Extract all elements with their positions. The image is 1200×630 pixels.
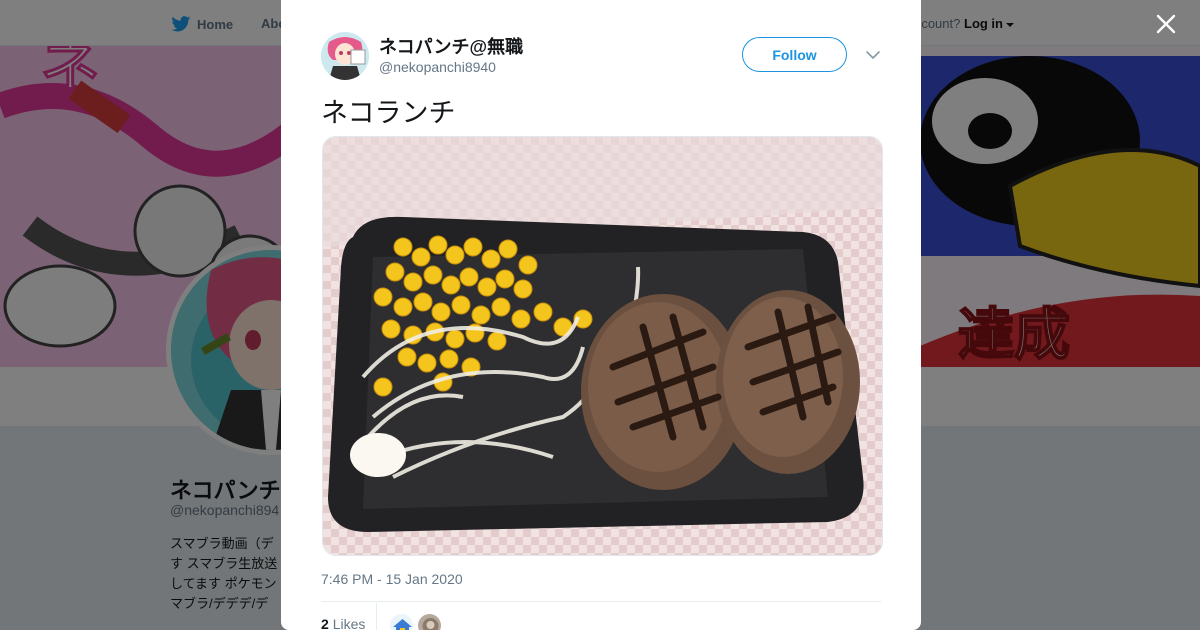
author-name[interactable]: ネコパンチ@無職 bbox=[379, 33, 523, 59]
chevron-down-icon[interactable] bbox=[865, 47, 881, 63]
likes-number: 2 bbox=[321, 616, 329, 630]
stats-separator bbox=[376, 603, 377, 630]
author-avatar[interactable] bbox=[321, 32, 369, 80]
likes-label: Likes bbox=[332, 616, 366, 630]
divider bbox=[321, 601, 881, 602]
close-icon[interactable] bbox=[1154, 12, 1178, 36]
tweet-text: ネコランチ bbox=[321, 98, 456, 128]
author-handle[interactable]: @nekopanchi8940 bbox=[379, 59, 496, 75]
tweet-modal: ネコパンチ@無職 @nekopanchi8940 Follow ネコランチ 7:… bbox=[281, 0, 921, 630]
follow-button[interactable]: Follow bbox=[742, 37, 847, 72]
tweet-timestamp[interactable]: 7:46 PM - 15 Jan 2020 bbox=[321, 571, 463, 587]
tweet-photo[interactable] bbox=[322, 136, 883, 556]
liker-avatar[interactable] bbox=[417, 613, 442, 630]
liker-avatar[interactable] bbox=[389, 613, 414, 630]
likes-count[interactable]: 2 Likes bbox=[321, 616, 365, 630]
